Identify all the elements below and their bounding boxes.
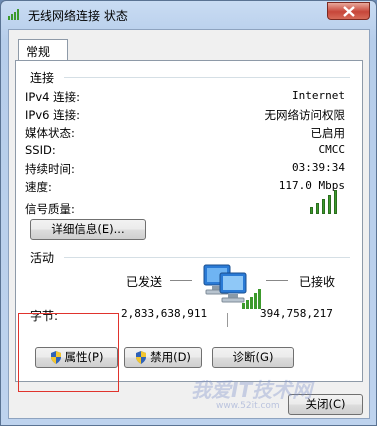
bytes-sent-value: 2,833,638,911 [121, 307, 208, 320]
sent-line [170, 280, 192, 281]
speed-row: 速度: 117.0 Mbps [25, 179, 345, 195]
connection-heading: 连接 [30, 71, 55, 85]
ipv6-label: IPv6 连接: [25, 108, 80, 122]
activity-separator [64, 257, 350, 258]
signal-bar-4 [328, 195, 331, 214]
received-label: 已接收 [299, 275, 336, 289]
duration-value: 03:39:34 [292, 161, 345, 174]
network-computers-icon [203, 264, 261, 309]
bytes-received-value: 394,758,217 [260, 307, 333, 320]
wireless-network-icon [8, 9, 19, 20]
ipv4-label: IPv4 连接: [25, 90, 80, 104]
details-button[interactable]: 详细信息(E)... [30, 219, 146, 240]
signal-bar-5 [334, 190, 337, 214]
highlight-annotation [18, 313, 119, 392]
close-icon [343, 6, 355, 17]
speed-label: 速度: [25, 180, 52, 194]
ipv4-value: Internet [292, 89, 345, 102]
signal-bar-3 [322, 199, 325, 214]
activity-heading: 活动 [30, 251, 55, 265]
title-bar[interactable]: 无线网络连接 状态 [1, 1, 376, 29]
sent-label: 已发送 [126, 275, 163, 289]
media-status-row: 媒体状态: 已启用 [25, 125, 345, 141]
ipv6-value: 无网络访问权限 [264, 108, 346, 122]
ssid-value: CMCC [318, 143, 346, 156]
bytes-divider [227, 313, 228, 327]
signal-quality-row: 信号质量: [25, 201, 345, 217]
signal-bar-1 [310, 207, 313, 214]
duration-label: 持续时间: [25, 162, 75, 176]
received-line [266, 280, 288, 281]
signal-quality-icon [310, 189, 340, 214]
close-window-button[interactable] [327, 2, 370, 20]
connection-separator [64, 77, 350, 78]
signal-quality-label: 信号质量: [25, 202, 75, 216]
duration-row: 持续时间: 03:39:34 [25, 161, 345, 177]
media-status-label: 媒体状态: [25, 126, 75, 140]
status-dialog: 无线网络连接 状态 常规 连接 IPv4 连接: Internet IPv6 连… [0, 0, 377, 426]
disable-button-label: 禁用(D) [150, 350, 191, 364]
uac-shield-icon [136, 351, 147, 364]
window-title: 无线网络连接 状态 [28, 9, 128, 23]
ssid-label: SSID: [25, 143, 56, 157]
watermark-logo: 我爱IT技术网 [191, 378, 313, 402]
disable-button[interactable]: 禁用(D) [124, 347, 202, 368]
signal-bar-2 [316, 203, 319, 214]
diagnose-button[interactable]: 诊断(G) [212, 347, 294, 368]
media-status-value: 已启用 [310, 126, 346, 140]
ipv6-row: IPv6 连接: 无网络访问权限 [25, 107, 345, 123]
tab-general[interactable]: 常规 [18, 39, 68, 61]
ssid-row: SSID: CMCC [25, 143, 345, 159]
watermark-url: www.52it.com [216, 401, 280, 411]
ipv4-row: IPv4 连接: Internet [25, 89, 345, 105]
